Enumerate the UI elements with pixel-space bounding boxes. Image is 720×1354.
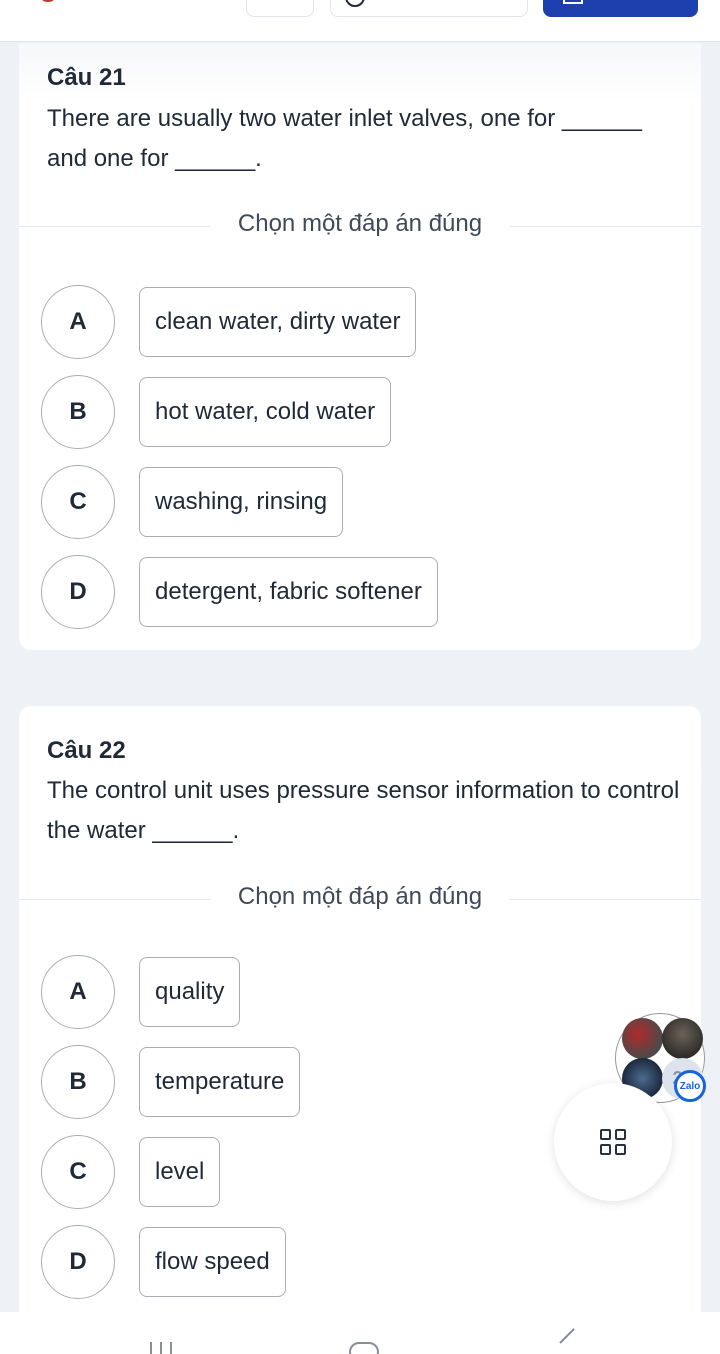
option-letter[interactable]: B [41, 1045, 115, 1119]
answer-prompt: Chọn một đáp án đúng [19, 883, 701, 911]
answer-prompt: Chọn một đáp án đúng [19, 210, 701, 238]
option-letter[interactable]: C [41, 1135, 115, 1209]
top-toolbar [0, 0, 720, 42]
system-navigation-bar [0, 1312, 720, 1354]
option-text[interactable]: flow speed [139, 1227, 286, 1297]
option-text[interactable]: washing, rinsing [139, 467, 344, 537]
avatar [662, 1018, 703, 1059]
answer-option-a[interactable]: A quality [41, 955, 241, 1029]
option-letter[interactable]: B [41, 375, 115, 449]
answer-option-d[interactable]: D detergent, fabric softener [41, 555, 438, 629]
option-text[interactable]: quality [139, 957, 241, 1027]
recent-apps-icon[interactable] [150, 1342, 176, 1354]
question-text: The control unit uses pressure sensor in… [47, 777, 680, 844]
search-button[interactable] [330, 0, 528, 17]
answer-option-c[interactable]: C washing, rinsing [41, 465, 344, 539]
option-letter[interactable]: D [41, 555, 115, 629]
answer-option-a[interactable]: A clean water, dirty water [41, 285, 417, 359]
question-card: Câu 21 There are usually two water inlet… [19, 43, 701, 650]
timer-icon [40, 0, 56, 2]
option-letter[interactable]: D [41, 1225, 115, 1299]
answer-option-c[interactable]: C level [41, 1135, 221, 1209]
avatar [622, 1018, 663, 1059]
question-card: Câu 22 The control unit uses pressure se… [19, 706, 701, 1312]
floating-menu-button[interactable] [554, 1083, 672, 1201]
answer-option-b[interactable]: B hot water, cold water [41, 375, 392, 449]
option-letter[interactable]: C [41, 465, 115, 539]
answer-prompt-text: Chọn một đáp án đúng [209, 883, 511, 910]
question-title: Câu 21 [47, 64, 126, 91]
option-letter[interactable]: A [41, 285, 115, 359]
option-text[interactable]: level [139, 1137, 221, 1207]
question-text: There are usually two water inlet valves… [47, 105, 642, 172]
option-letter[interactable]: A [41, 955, 115, 1029]
answer-option-d[interactable]: D flow speed [41, 1225, 286, 1299]
question-list-button[interactable] [246, 0, 314, 17]
option-text[interactable]: hot water, cold water [139, 377, 392, 447]
answer-prompt-text: Chọn một đáp án đúng [209, 210, 511, 237]
home-icon[interactable] [349, 1342, 379, 1354]
zalo-icon[interactable]: Zalo [674, 1070, 706, 1102]
question-title: Câu 22 [47, 737, 126, 764]
option-text[interactable]: detergent, fabric softener [139, 557, 438, 627]
grid-icon [600, 1129, 626, 1155]
option-text[interactable]: clean water, dirty water [139, 287, 417, 357]
answer-option-b[interactable]: B temperature [41, 1045, 301, 1119]
back-icon[interactable] [559, 1328, 575, 1344]
option-text[interactable]: temperature [139, 1047, 301, 1117]
submit-button[interactable] [543, 0, 698, 17]
